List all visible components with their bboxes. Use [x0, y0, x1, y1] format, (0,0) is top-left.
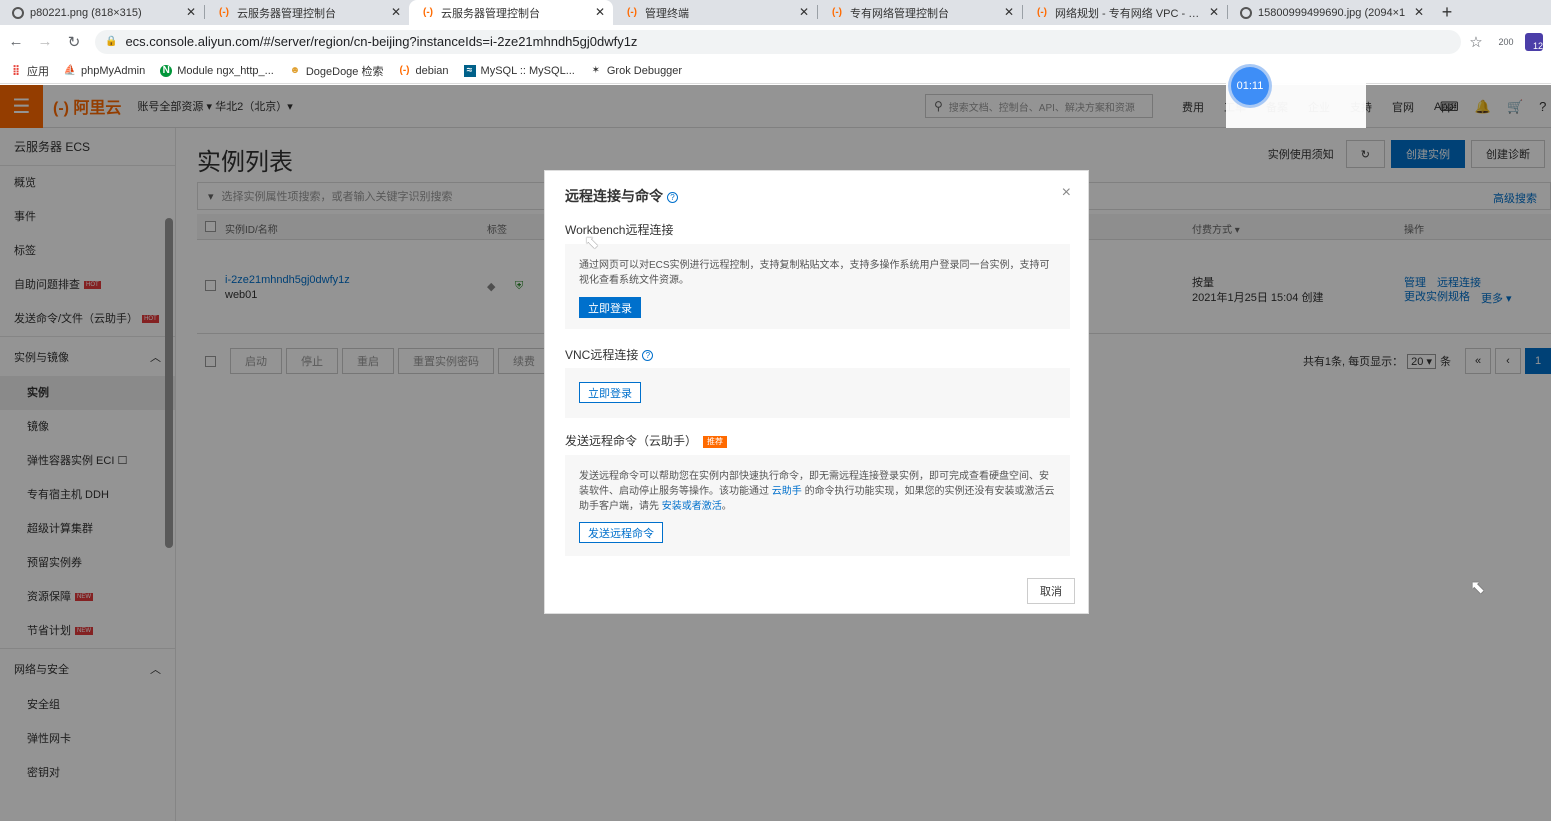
- workbench-login-button[interactable]: 立即登录: [579, 297, 641, 318]
- close-icon[interactable]: ✕: [799, 5, 809, 19]
- url-text: ecs.console.aliyun.com/#/server/region/c…: [125, 34, 638, 49]
- bookmark-item[interactable]: ✶ Grok Debugger: [590, 65, 682, 77]
- aliyun-icon: (-): [832, 7, 842, 18]
- apps-grid-icon: ⣿: [12, 65, 20, 76]
- extension-count[interactable]: 200: [1491, 37, 1521, 47]
- browser-tab[interactable]: (-) 专有网络管理控制台 ✕: [818, 0, 1022, 25]
- bookmark-label: debian: [415, 64, 449, 77]
- close-icon[interactable]: ✕: [1414, 5, 1424, 19]
- close-icon[interactable]: ✕: [1004, 5, 1014, 19]
- vnc-login-button[interactable]: 立即登录: [579, 382, 641, 403]
- tab-title: p80221.png (818×315): [30, 6, 142, 19]
- globe-icon: [1240, 6, 1252, 19]
- tab-title: 管理终端: [645, 7, 689, 20]
- help-icon[interactable]: ?: [642, 350, 654, 362]
- command-title-text: 发送远程命令（云助手）: [565, 434, 698, 448]
- lock-icon: 🔒: [105, 36, 118, 47]
- cloud-assistant-link[interactable]: 云助手: [772, 486, 802, 497]
- tab-title: 云服务器管理控制台: [237, 7, 336, 20]
- close-icon[interactable]: ✕: [595, 5, 605, 19]
- bookmark-label: Grok Debugger: [606, 64, 683, 77]
- browser-tab[interactable]: 15800999499690.jpg (2094×1 ✕: [1228, 0, 1432, 25]
- close-icon[interactable]: ✕: [1209, 5, 1219, 19]
- command-title: 发送远程命令（云助手） 推荐: [565, 432, 728, 449]
- bookmark-item[interactable]: (-) debian: [398, 65, 448, 77]
- bookmark-label: Module ngx_http_...: [177, 64, 274, 77]
- workbench-title: Workbench远程连接: [565, 223, 674, 237]
- help-icon[interactable]: ?: [667, 191, 678, 203]
- aliyun-icon: (-): [423, 7, 433, 18]
- vnc-title: VNC远程连接?: [565, 346, 654, 363]
- workbench-desc: 通过网页可以对ECS实例进行远程控制，支持复制粘贴文本，支持多操作系统用户登录同…: [579, 260, 1050, 286]
- bookmark-label: phpMyAdmin: [81, 64, 146, 77]
- aliyun-icon: (-): [627, 7, 637, 18]
- dialog-title-text: 远程连接与命令: [565, 188, 663, 204]
- workbench-section: 通过网页可以对ECS实例进行远程控制，支持复制粘贴文本，支持多操作系统用户登录同…: [565, 244, 1070, 329]
- command-desc: 发送远程命令可以帮助您在实例内部快速执行命令，即无需远程连接登录实例，即可完成查…: [579, 469, 1056, 514]
- aliyun-icon: (-): [399, 65, 410, 76]
- install-activate-link[interactable]: 安装或者激活: [662, 501, 722, 512]
- extension-icon[interactable]: 12: [1525, 32, 1543, 51]
- browser-tab-bar: p80221.png (818×315) ✕ (-) 云服务器管理控制台 ✕ (…: [0, 0, 1551, 25]
- aliyun-icon: (-): [219, 7, 229, 18]
- browser-tab-active[interactable]: (-) 云服务器管理控制台 ✕: [409, 0, 613, 25]
- dialog-title: 远程连接与命令?: [565, 186, 678, 206]
- bookmark-item[interactable]: ⣿ 应用: [10, 63, 49, 79]
- address-bar: ← → ↻ 🔒 ecs.console.aliyun.com/#/server/…: [0, 25, 1551, 58]
- url-input[interactable]: 🔒 ecs.console.aliyun.com/#/server/region…: [95, 29, 1461, 54]
- bookmark-item[interactable]: ⛵ phpMyAdmin: [64, 65, 145, 77]
- browser-tab[interactable]: (-) 云服务器管理控制台 ✕: [205, 0, 409, 25]
- bookmark-star-icon[interactable]: ☆: [1461, 33, 1491, 51]
- phpmyadmin-icon: ⛵: [63, 65, 77, 76]
- browser-tab[interactable]: p80221.png (818×315) ✕: [0, 0, 204, 25]
- mouse-cursor-icon: ⬉: [584, 232, 600, 252]
- bookmark-item[interactable]: ☻ DogeDoge 检索: [289, 63, 384, 79]
- close-icon[interactable]: ×: [1062, 184, 1071, 202]
- nginx-icon: N: [160, 64, 173, 77]
- vnc-title-text: VNC远程连接: [565, 348, 639, 362]
- dogedoge-icon: ☻: [289, 65, 301, 76]
- grok-icon: ✶: [591, 65, 601, 76]
- recording-timer[interactable]: 01:11: [1231, 67, 1269, 105]
- globe-icon: [12, 6, 24, 19]
- forward-arrow-icon[interactable]: →: [32, 33, 58, 50]
- tab-title: 15800999499690.jpg (2094×1: [1258, 6, 1406, 19]
- mysql-icon: ≈: [463, 64, 476, 77]
- remote-connect-dialog: 远程连接与命令? × Workbench远程连接 通过网页可以对ECS实例进行远…: [544, 170, 1089, 614]
- command-section: 发送远程命令可以帮助您在实例内部快速执行命令，即无需远程连接登录实例，即可完成查…: [565, 455, 1070, 556]
- aliyun-icon: (-): [1037, 7, 1047, 18]
- recommend-badge: 推荐: [703, 435, 728, 448]
- close-icon[interactable]: ✕: [391, 5, 401, 19]
- bookmark-label: MySQL :: MySQL...: [480, 64, 575, 77]
- mouse-cursor-icon: ⬉: [1470, 577, 1486, 597]
- bookmark-item[interactable]: ≈ MySQL :: MySQL...: [463, 64, 575, 77]
- bookmark-label: 应用: [27, 65, 49, 78]
- browser-tab[interactable]: (-) 网络规划 - 专有网络 VPC - 阿里 ✕: [1023, 0, 1227, 25]
- new-tab-button[interactable]: +: [1432, 0, 1462, 25]
- command-desc-text: 。: [721, 501, 732, 512]
- close-icon[interactable]: ✕: [186, 5, 196, 19]
- cancel-button[interactable]: 取消: [1027, 578, 1075, 604]
- reload-icon[interactable]: ↻: [61, 33, 87, 51]
- tab-title: 网络规划 - 专有网络 VPC - 阿里: [1055, 7, 1201, 20]
- bookmark-item[interactable]: N Module ngx_http_...: [160, 64, 274, 77]
- tab-title: 专有网络管理控制台: [850, 7, 949, 20]
- tab-title: 云服务器管理控制台: [441, 7, 540, 20]
- browser-tab[interactable]: (-) 管理终端 ✕: [613, 0, 817, 25]
- vnc-section: 立即登录: [565, 368, 1070, 418]
- send-command-button[interactable]: 发送远程命令: [579, 522, 663, 543]
- back-arrow-icon[interactable]: ←: [3, 33, 29, 50]
- bookmark-label: DogeDoge 检索: [305, 65, 384, 78]
